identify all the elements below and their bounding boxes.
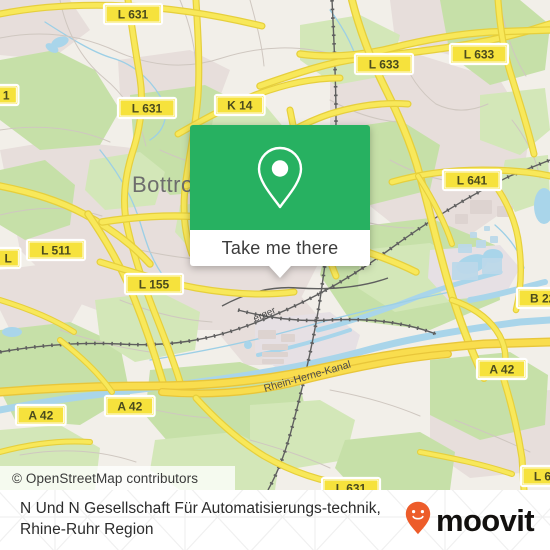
road-shield-label: L 633 bbox=[369, 58, 400, 72]
road-shield: L 64 bbox=[519, 464, 550, 488]
road-shield: K 14 bbox=[213, 93, 266, 117]
callout-image-area bbox=[190, 125, 370, 230]
road-shield: L 511 bbox=[25, 238, 87, 262]
road-shield-label: L 631 bbox=[336, 482, 367, 490]
road-shield: A 42 bbox=[475, 357, 528, 381]
road-shield: L bbox=[0, 246, 22, 270]
map-pin-icon bbox=[257, 146, 303, 208]
road-shield: A 42 bbox=[103, 394, 156, 418]
footer-bar: N Und N Gesellschaft Für Automatisierung… bbox=[0, 490, 550, 550]
take-me-there-button[interactable]: Take me there bbox=[190, 230, 370, 266]
road-shield: A 42 bbox=[14, 403, 67, 427]
road-shield-label: L 631 bbox=[118, 8, 149, 22]
callout-pointer-tail bbox=[269, 266, 291, 278]
road-shield: 1 bbox=[0, 83, 20, 107]
road-shield-label: A 42 bbox=[117, 400, 142, 414]
moovit-pin-icon bbox=[405, 501, 431, 540]
road-shield-label: L 155 bbox=[139, 278, 170, 292]
moovit-wordmark: moovit bbox=[435, 502, 535, 538]
moovit-logo[interactable]: moovit bbox=[405, 501, 535, 538]
road-shield: L 631 bbox=[102, 2, 164, 26]
road-shield: L 641 bbox=[441, 168, 503, 192]
road-shield: L 631 bbox=[116, 96, 178, 120]
road-shield-label: 1 bbox=[3, 89, 10, 103]
screenshot-root: .lnd{fill:#f2efe9} .res{fill:#e7dedb} .g… bbox=[0, 0, 550, 550]
road-shield-label: L bbox=[5, 252, 12, 266]
road-shield-label: L 631 bbox=[132, 102, 163, 116]
road-shield: L 633 bbox=[448, 42, 510, 66]
road-shield: L 633 bbox=[353, 52, 415, 76]
road-shield-label: A 42 bbox=[489, 363, 514, 377]
osm-attribution-text: © OpenStreetMap contributors bbox=[12, 470, 199, 486]
place-title: N Und N Gesellschaft Für Automatisierung… bbox=[20, 500, 381, 538]
road-shield: L 155 bbox=[123, 272, 185, 296]
road-shield-label: B 224 bbox=[530, 292, 550, 306]
place-title-block: N Und N Gesellschaft Für Automatisierung… bbox=[20, 498, 420, 540]
road-shield-label: L 641 bbox=[457, 174, 488, 188]
osm-attribution: © OpenStreetMap contributors bbox=[0, 466, 235, 490]
road-shield: L 631 bbox=[320, 476, 382, 490]
road-shield-label: L 64 bbox=[534, 470, 550, 484]
road-shield: B 224 bbox=[515, 286, 550, 310]
road-shield-label: L 633 bbox=[464, 48, 495, 62]
road-shield-label: L 511 bbox=[41, 244, 71, 258]
take-me-there-label: Take me there bbox=[221, 237, 339, 258]
location-callout-card[interactable]: Take me there bbox=[190, 125, 370, 278]
road-shield-label: A 42 bbox=[28, 409, 53, 423]
map-canvas[interactable]: .lnd{fill:#f2efe9} .res{fill:#e7dedb} .g… bbox=[0, 0, 550, 490]
road-shield-label: K 14 bbox=[227, 99, 253, 113]
